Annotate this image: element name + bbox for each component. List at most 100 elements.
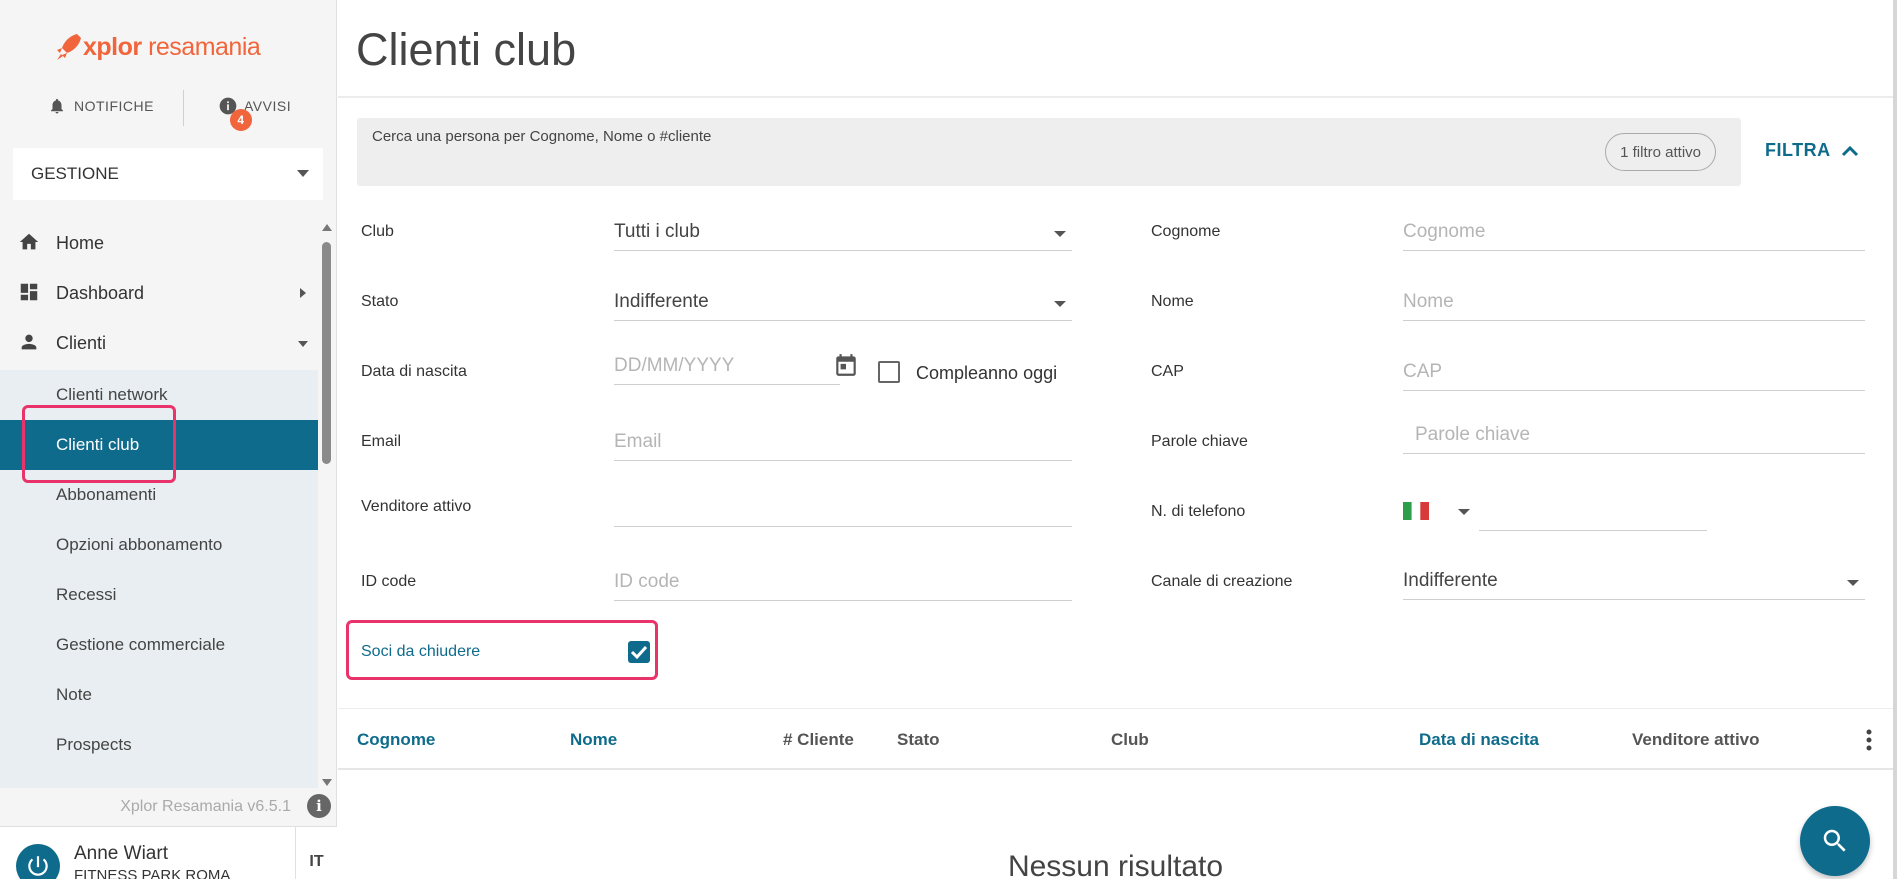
sidebar-scrollbar[interactable] (320, 222, 332, 788)
column-header-nome[interactable]: Nome (570, 730, 617, 750)
version-label: Xplor Resamania v6.5.1 (120, 798, 291, 815)
nome-input[interactable]: Nome (1403, 287, 1865, 321)
chevron-down-icon (1847, 580, 1859, 586)
info-icon[interactable]: i (307, 794, 331, 818)
club-filter-label: Club (361, 223, 394, 240)
brand-word-xplor: xplor (83, 32, 142, 61)
cap-placeholder: CAP (1403, 361, 1443, 382)
column-header-cliente: # Cliente (783, 730, 854, 749)
alerts-count-badge: 4 (230, 109, 252, 131)
idcode-filter-label: ID code (361, 573, 417, 590)
brand-word-resamania: resamania (141, 32, 261, 61)
chevron-down-icon (1054, 301, 1066, 307)
rocket-logo-icon (57, 34, 81, 60)
keywords-placeholder: Parole chiave (1415, 424, 1531, 445)
sidebar-item-recessi[interactable]: Recessi (0, 570, 318, 620)
stato-filter-label: Stato (361, 293, 399, 310)
active-filters-chip[interactable]: 1 filtro attivo (1605, 133, 1716, 171)
club-filter-value: Tutti i club (614, 221, 700, 242)
cap-filter-label: CAP (1151, 363, 1184, 380)
sidebar-item-note[interactable]: Note (0, 670, 318, 720)
seller-filter-label: Venditore attivo (361, 498, 472, 515)
search-fab-button[interactable] (1800, 806, 1870, 876)
brand-wordmark: xplor resamania (83, 32, 261, 62)
user-panel: Anne Wiart FITNESS PARK ROMA IT (0, 826, 337, 879)
top-actions: NOTIFICHE AVVISI 4 (0, 90, 337, 131)
logout-button[interactable] (16, 844, 60, 879)
birthdate-input[interactable]: DD/MM/YYYY (614, 351, 840, 385)
title-bar: Clienti club (338, 0, 1893, 98)
workspace-select[interactable]: GESTIONE (13, 148, 323, 200)
idcode-placeholder: ID code (614, 571, 680, 592)
page-title: Clienti club (356, 24, 577, 75)
main-scrollbar[interactable] (1893, 0, 1897, 879)
cognome-input[interactable]: Cognome (1403, 217, 1865, 251)
nome-placeholder: Nome (1403, 291, 1454, 312)
actions-divider (183, 90, 184, 126)
sidebar-item-home[interactable]: Home (0, 218, 318, 268)
birthdate-placeholder: DD/MM/YYYY (614, 355, 735, 376)
column-header-stato: Stato (897, 730, 940, 749)
cap-input[interactable]: CAP (1403, 357, 1865, 391)
birthdate-filter-label: Data di nascita (361, 363, 467, 380)
notifications-label: NOTIFICHE (74, 98, 154, 114)
cognome-filter-label: Cognome (1151, 223, 1221, 240)
scroll-up-icon[interactable] (322, 224, 332, 231)
email-filter-label: Email (361, 433, 402, 450)
calendar-icon[interactable] (833, 352, 859, 378)
more-vert-icon[interactable] (1865, 729, 1873, 751)
creation-channel-select[interactable]: Indifferente (1403, 566, 1865, 600)
sidebar-item-opzioni-abbonamento[interactable]: Opzioni abbonamento (0, 520, 318, 570)
sidebar-item-gestione-commerciale[interactable]: Gestione commerciale (0, 620, 318, 670)
sidebar-item-fine-abbonamenti[interactable]: Fine abbonamenti (0, 770, 318, 788)
italy-flag-icon (1403, 502, 1429, 520)
user-club: FITNESS PARK ROMA (74, 867, 231, 879)
main-nav: Home Dashboard Clienti Clienti network C… (0, 218, 318, 788)
scroll-down-icon[interactable] (322, 779, 332, 786)
phone-country-select[interactable]: IT (1403, 502, 1477, 526)
birthday-today-checkbox[interactable] (878, 361, 900, 383)
seller-select[interactable] (614, 493, 1072, 527)
app-root: xplor resamania NOTIFICHE AVVISI 4 GESTI… (0, 0, 1897, 879)
sidebar-item-clienti[interactable]: Clienti (0, 318, 318, 368)
filter-toggle-button[interactable]: FILTRA (1765, 140, 1859, 161)
language-switch[interactable]: IT (295, 827, 337, 879)
home-icon (19, 233, 39, 250)
email-placeholder: Email (614, 431, 662, 452)
column-header-cognome[interactable]: Cognome (357, 730, 435, 750)
keywords-input[interactable]: Parole chiave (1403, 420, 1865, 454)
power-icon (28, 856, 48, 876)
sidebar-item-prospects[interactable]: Prospects (0, 720, 318, 770)
keywords-filter-label: Parole chiave (1151, 433, 1248, 450)
chevron-down-icon (1458, 509, 1470, 515)
workspace-select-value: GESTIONE (31, 164, 119, 183)
phone-filter-label: N. di telefono (1151, 503, 1246, 520)
person-icon (21, 334, 37, 350)
filter-toggle-label: FILTRA (1765, 140, 1831, 160)
column-header-data-nascita[interactable]: Data di nascita (1419, 730, 1539, 750)
sidebar-item-dashboard[interactable]: Dashboard (0, 268, 318, 318)
birthday-today-label: Compleanno oggi (916, 363, 1058, 383)
highlight-annotation-nav (22, 405, 176, 483)
results-table-header: Cognome Nome # Cliente Stato Club Data d… (338, 708, 1893, 770)
stato-filter-select[interactable]: Indifferente (614, 287, 1072, 321)
scrollbar-thumb[interactable] (322, 242, 331, 464)
club-filter-select[interactable]: Tutti i club (614, 217, 1072, 251)
notifications-button[interactable]: NOTIFICHE (48, 96, 154, 116)
nome-filter-label: Nome (1151, 293, 1194, 310)
cognome-placeholder: Cognome (1403, 221, 1486, 242)
idcode-input[interactable]: ID code (614, 567, 1072, 601)
search-icon (1823, 829, 1846, 852)
search-input[interactable]: Cerca una persona per Cognome, Nome o #c… (357, 118, 1741, 186)
user-name: Anne Wiart (74, 843, 168, 864)
creation-channel-label: Canale di creazione (1151, 573, 1293, 590)
alerts-button[interactable]: AVVISI 4 (218, 96, 291, 131)
sidebar-item-label: Clienti (56, 332, 107, 353)
highlight-annotation-filter (346, 620, 658, 680)
email-input[interactable]: Email (614, 427, 1072, 461)
empty-results-message: Nessun risultato (1007, 850, 1224, 879)
brand-logo[interactable]: xplor resamania (55, 30, 261, 64)
bell-icon (51, 98, 63, 114)
phone-input[interactable] (1479, 497, 1707, 531)
search-placeholder: Cerca una persona per Cognome, Nome o #c… (372, 128, 712, 145)
